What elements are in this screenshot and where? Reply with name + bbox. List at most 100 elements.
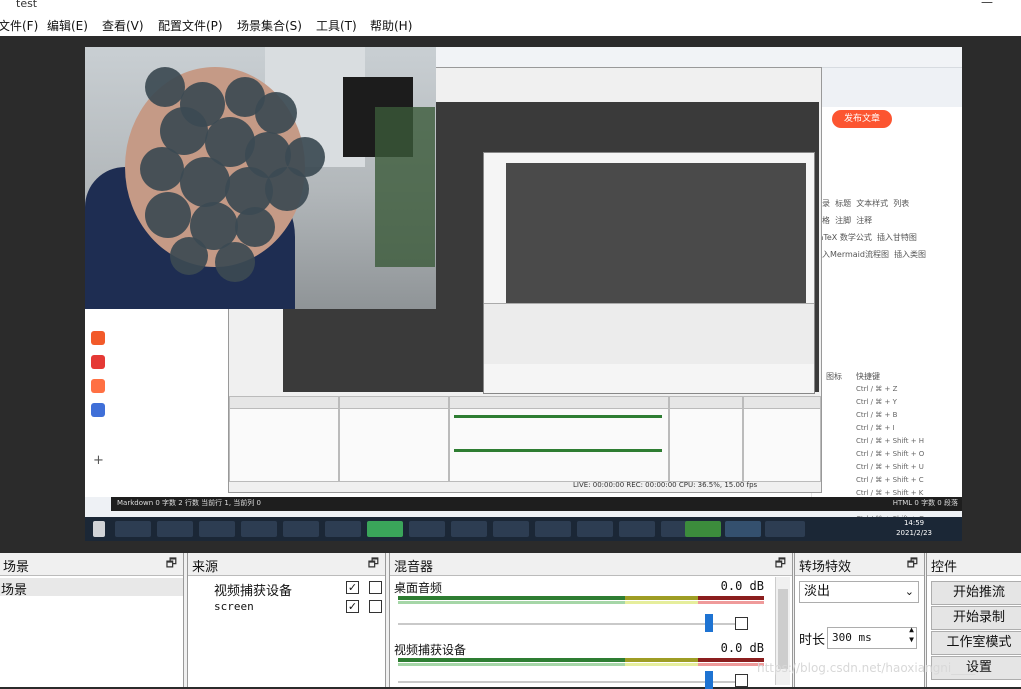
duration-label: 时长 <box>799 633 826 648</box>
taskbar-item <box>577 521 613 537</box>
insert-tags: 目录 标题 文本样式 列表 表格 注脚 注释 LaTeX 数学公式 插入甘特图 … <box>814 195 954 263</box>
add-icon: + <box>93 453 104 468</box>
preview-area[interactable]: + 图标 快捷键 Ctrl / ⌘ + Z Ctrl / ⌘ + Y Ctrl … <box>0 36 1021 553</box>
visibility-checkbox[interactable]: ✓ <box>346 581 359 594</box>
taskbar-item <box>493 521 529 537</box>
shortcut: Ctrl / ⌘ + Shift + U <box>856 463 924 471</box>
app-icon <box>91 355 105 369</box>
menu-edit[interactable]: 编辑(E) <box>47 17 88 34</box>
tag: 注释 <box>856 216 873 225</box>
shortcut: Ctrl / ⌘ + Shift + C <box>856 476 924 484</box>
taskbar-item <box>241 521 277 537</box>
taskbar-item <box>409 521 445 537</box>
menu-file[interactable]: 文件(F) <box>0 17 38 34</box>
scrollbar-thumb[interactable] <box>778 589 788 669</box>
tag: 标题 <box>835 199 852 208</box>
source-item[interactable]: 视频捕获设备 ✓ <box>188 579 385 599</box>
menu-help[interactable]: 帮助(H) <box>370 17 412 34</box>
captured-taskbar: 14:59 2021/2/23 <box>85 517 962 541</box>
lock-checkbox[interactable] <box>369 600 382 613</box>
mixer-channel-db: 0.0 dB <box>720 579 764 593</box>
duration-value: 300 ms <box>832 631 872 644</box>
undock-icon[interactable]: 🗗 <box>907 554 918 575</box>
tag: 列表 <box>893 199 910 208</box>
start-recording-button[interactable]: 开始录制 <box>931 606 1021 630</box>
sources-dock: 来源 🗗 视频捕获设备 ✓ screen ✓ <box>187 553 386 687</box>
undock-icon[interactable]: 🗗 <box>368 554 379 575</box>
nested-capture <box>483 152 815 394</box>
start-streaming-button[interactable]: 开始推流 <box>931 581 1021 605</box>
taskbar-item <box>283 521 319 537</box>
mute-checkbox[interactable] <box>735 617 748 630</box>
tag: 文本样式 <box>856 199 889 208</box>
shortcut-panel: 图标 快捷键 Ctrl / ⌘ + Z Ctrl / ⌘ + Y Ctrl / … <box>811 107 962 523</box>
undock-icon[interactable]: 🗗 <box>775 554 786 575</box>
shortcut: Ctrl / ⌘ + Shift + H <box>856 437 925 445</box>
tag: LaTeX 数学公式 <box>814 233 872 242</box>
mixer-dock-title: 混音器 <box>394 560 434 575</box>
shortcut: Ctrl / ⌘ + Z <box>856 385 898 393</box>
taskbar-item <box>157 521 193 537</box>
sources-dock-title: 来源 <box>192 560 219 575</box>
controls-dock-header: 控件 <box>927 553 1021 576</box>
nested-capture-preview <box>506 163 806 303</box>
watermark: https://blog.csdn.net/haoxiangni____ <box>757 661 976 675</box>
menu-scene-collection[interactable]: 场景集合(S) <box>237 17 302 34</box>
nested-capture-docks <box>484 303 814 364</box>
transition-select-value: 淡出 <box>804 584 831 599</box>
sources-dock-header: 来源 🗗 <box>188 553 385 576</box>
volume-slider-track[interactable] <box>398 681 736 683</box>
captured-dock <box>339 396 449 482</box>
transitions-dock-header: 转场特效 🗗 <box>795 553 924 576</box>
menu-bar: 文件(F) 编辑(E) 查看(V) 配置文件(P) 场景集合(S) 工具(T) … <box>0 13 1021 37</box>
shortcut: Ctrl / ⌘ + B <box>856 411 898 419</box>
volume-slider-track[interactable] <box>398 623 736 625</box>
window-minimize-icon[interactable]: — <box>981 0 993 9</box>
volume-slider-thumb[interactable] <box>704 614 713 632</box>
volume-slider-thumb[interactable] <box>704 671 713 689</box>
audio-meter <box>398 663 764 666</box>
scenes-dock-title: 场景 <box>3 560 30 575</box>
transition-select[interactable]: 淡出 ⌄ <box>799 581 919 603</box>
lock-checkbox[interactable] <box>369 581 382 594</box>
windows-start-icon <box>93 521 105 537</box>
mixer-channel-label: 桌面音频 <box>394 581 443 595</box>
audio-meter <box>398 601 764 604</box>
menu-profile[interactable]: 配置文件(P) <box>158 17 223 34</box>
captured-dock <box>743 396 821 482</box>
app-icon <box>91 403 105 417</box>
taskbar-item <box>367 521 403 537</box>
captured-dock <box>669 396 743 482</box>
mixer-dock-header: 混音器 🗗 <box>390 553 792 576</box>
undock-icon[interactable]: 🗗 <box>166 554 177 575</box>
menu-tools[interactable]: 工具(T) <box>316 17 357 34</box>
shortcut: Ctrl / ⌘ + Shift + O <box>856 450 925 458</box>
mute-checkbox[interactable] <box>735 674 748 687</box>
transitions-dock-title: 转场特效 <box>799 560 852 575</box>
shortcut-header-key: 快捷键 <box>856 372 880 381</box>
window-title: test <box>16 0 38 10</box>
source-item[interactable]: screen ✓ <box>188 598 385 616</box>
studio-mode-button[interactable]: 工作室模式 <box>931 631 1021 655</box>
visibility-checkbox[interactable]: ✓ <box>346 600 359 613</box>
source-item-label: 视频捕获设备 <box>214 584 293 599</box>
menu-view[interactable]: 查看(V) <box>102 17 144 34</box>
scenes-dock: 场景 🗗 场景 <box>0 553 184 687</box>
scene-item-label: 场景 <box>1 583 28 598</box>
captured-dock <box>449 396 669 482</box>
captured-obs-status: LIVE: 00:00:00 REC: 00:00:00 CPU: 36.5%,… <box>573 481 758 489</box>
chevron-down-icon: ⌄ <box>904 585 914 598</box>
captured-dock <box>229 396 339 482</box>
tag: 插入Mermaid流程图 <box>814 250 889 259</box>
scene-item[interactable]: 场景 <box>0 578 183 598</box>
taskbar-item <box>115 521 151 537</box>
mixer-dock: 混音器 🗗 桌面音频 0.0 dB 视频捕获设备 0.0 dB <box>389 553 793 689</box>
taskbar-item <box>725 521 761 537</box>
spin-arrows-icon[interactable]: ▲ ▼ <box>909 625 914 645</box>
editor-statusbar: Markdown 0 字数 2 行数 当前行 1, 当前列 0 HTML 0 字… <box>111 497 962 511</box>
duration-spinbox[interactable]: 300 ms ▲ ▼ <box>827 625 917 649</box>
scenes-dock-header: 场景 🗗 <box>0 553 183 576</box>
mixer-channel-db: 0.0 dB <box>720 641 764 655</box>
controls-dock-title: 控件 <box>931 560 958 575</box>
taskbar-item <box>451 521 487 537</box>
